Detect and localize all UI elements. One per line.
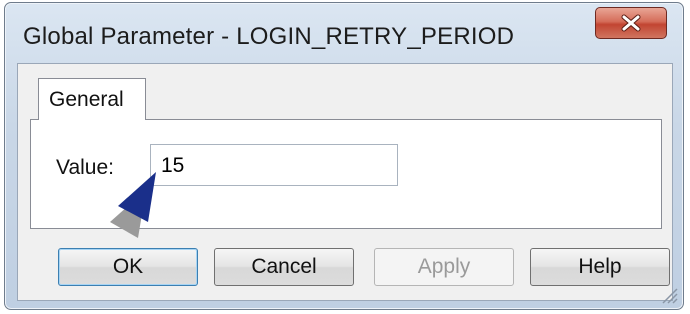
tab-general[interactable]: General	[38, 78, 146, 120]
dialog-window: Global Parameter - LOGIN_RETRY_PERIOD Ge…	[4, 2, 684, 310]
cancel-button[interactable]: Cancel	[214, 248, 354, 286]
window-title: Global Parameter - LOGIN_RETRY_PERIOD	[23, 23, 515, 50]
apply-button[interactable]: Apply	[374, 248, 514, 286]
title-bar[interactable]: Global Parameter - LOGIN_RETRY_PERIOD	[5, 3, 683, 65]
ok-button[interactable]: OK	[58, 248, 198, 286]
close-button[interactable]	[595, 7, 667, 39]
value-input[interactable]	[150, 144, 398, 186]
resize-grip-icon[interactable]	[657, 283, 679, 305]
tab-general-label: General	[49, 88, 124, 111]
close-icon	[621, 14, 641, 32]
help-button[interactable]: Help	[530, 248, 670, 286]
dialog-body: General Value: OK Cancel Apply Help	[17, 63, 673, 301]
arrow-pointer-icon	[110, 172, 156, 238]
